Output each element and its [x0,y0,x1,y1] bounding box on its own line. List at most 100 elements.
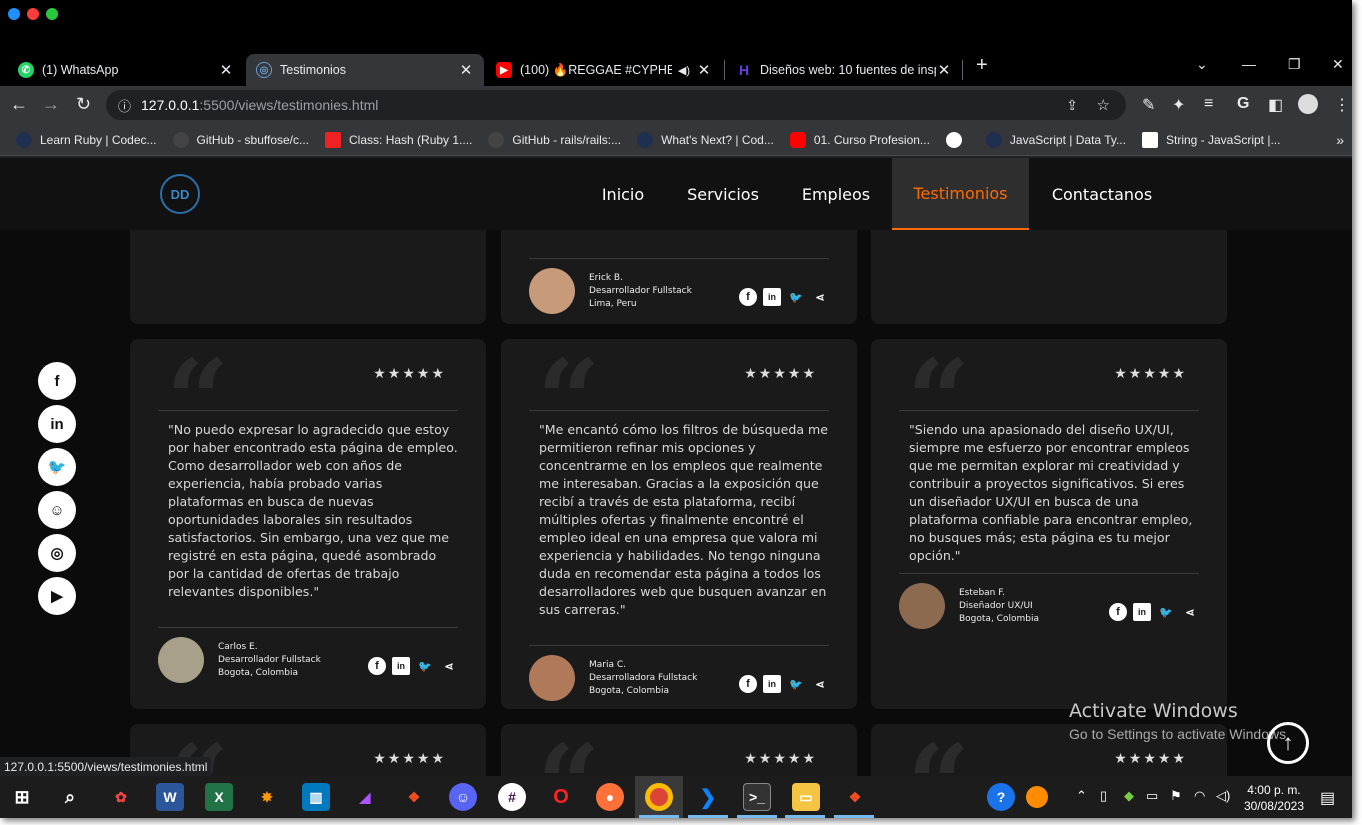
twitter-icon[interactable]: 🐦 [787,288,805,306]
side-panel-icon[interactable]: ◧ [1268,95,1283,115]
facebook-icon[interactable]: f [739,288,757,306]
file-explorer-icon[interactable]: ▭ [792,783,820,811]
tray-device-icon[interactable]: ▯ [1100,788,1107,804]
bookmark-item[interactable]: GitHub - sbuffose/c... [172,131,309,148]
vscode-icon[interactable]: ❯ [694,783,722,811]
facebook-icon[interactable]: f [38,362,76,400]
facebook-icon[interactable]: f [1109,603,1127,621]
bookmark-item[interactable]: 01. Curso Profesion... [789,131,930,148]
linkedin-icon[interactable]: in [392,657,410,675]
app-icon[interactable]: ◢ [351,783,379,811]
opera-icon[interactable]: O [547,783,575,811]
reload-icon[interactable]: ↻ [76,94,91,114]
network-icon[interactable]: ⚑ [1170,788,1182,804]
nav-inicio[interactable]: Inicio [584,158,662,230]
tab-disenos-web[interactable]: H Diseños web: 10 fuentes de inspi ✕ [726,54,962,86]
share-icon[interactable]: ⋖ [811,675,829,693]
bookmark-item[interactable]: Learn Ruby | Codec... [16,131,157,148]
speaker-icon[interactable]: ◀) [678,64,690,77]
figma-icon[interactable]: ❖ [841,783,869,811]
profile-avatar[interactable] [1298,94,1318,114]
site-info-icon[interactable]: ⓘ [118,96,131,115]
twitter-icon[interactable]: 🐦 [38,448,76,486]
twitter-icon[interactable]: 🐦 [416,657,434,675]
notifications-icon[interactable]: ▤ [1320,788,1335,808]
word-icon[interactable]: W [156,783,184,811]
slack-icon[interactable]: # [498,783,526,811]
nav-servicios[interactable]: Servicios [676,158,770,230]
windows-start-icon[interactable]: ⊞ [8,783,36,811]
tray-chevron-icon[interactable]: ⌃ [1076,788,1087,804]
minimize-icon[interactable]: — [1242,56,1256,72]
excel-icon[interactable]: X [205,783,233,811]
trello-icon[interactable]: ▥ [302,783,330,811]
instagram-icon[interactable]: ◎ [38,534,76,572]
chrome-icon[interactable] [645,783,673,811]
facebook-icon[interactable]: f [368,657,386,675]
system-clock[interactable]: 4:00 p. m. 30/08/2023 [1244,782,1304,814]
terminal-icon[interactable]: >_ [743,783,771,811]
close-tab-icon[interactable]: ✕ [936,61,952,79]
bookmark-item[interactable]: What's Next? | Cod... [637,131,774,148]
tab-whatsapp[interactable]: ✆ (1) WhatsApp ✕ [8,54,244,86]
tab-testimonios[interactable]: ◎ Testimonios ✕ [246,54,484,86]
volume-icon[interactable]: ◁) [1216,788,1230,804]
author-name: Carlos E. [218,642,258,652]
nav-testimonios[interactable]: Testimonios [892,158,1029,230]
grammarly-icon[interactable]: G [1237,95,1249,113]
eyedropper-extension-icon[interactable]: ✎ [1142,95,1155,115]
menu-kebab-icon[interactable]: ⋮ [1334,95,1350,115]
help-icon[interactable]: ? [987,783,1015,811]
twitter-icon[interactable]: 🐦 [1157,603,1175,621]
bookmark-item[interactable]: Class: Hash (Ruby 1.... [325,131,472,148]
share-icon[interactable]: ⋖ [440,657,458,675]
search-icon[interactable]: ⌕ [56,783,84,811]
bookmark-item[interactable]: JavaScript | Data Ty... [985,131,1126,148]
window-dot-red-icon[interactable] [27,8,39,20]
new-tab-icon[interactable]: + [976,54,988,77]
scroll-to-top-button[interactable]: ↑ [1267,722,1309,764]
share-icon[interactable]: ⋖ [811,288,829,306]
site-logo[interactable]: DD [160,174,200,214]
gitlab-icon[interactable]: ✸ [253,783,281,811]
nav-contactanos[interactable]: Contactanos [1040,158,1164,230]
linkedin-icon[interactable]: in [763,675,781,693]
linkedin-icon[interactable]: in [763,288,781,306]
bookmark-item[interactable]: GitHub - rails/rails:... [488,131,621,148]
bookmark-star-icon[interactable]: ☆ [1097,96,1110,114]
youtube-icon[interactable]: ▶ [38,577,76,615]
close-window-icon[interactable]: ✕ [1332,56,1344,73]
linkedin-icon[interactable]: in [38,405,76,443]
close-tab-icon[interactable]: ✕ [218,61,234,79]
more-bookmarks-button[interactable]: » [1336,132,1344,148]
tab-youtube[interactable]: ▶ (100) 🔥REGGAE #CYPHER V ◀) ✕ [486,54,722,86]
back-arrow-icon[interactable]: ← [10,94,28,114]
window-dot-blue-icon[interactable] [8,8,20,20]
app-orange-icon[interactable] [1026,786,1048,808]
window-dot-green-icon[interactable] [46,8,58,20]
close-tab-icon[interactable]: ✕ [458,61,474,79]
discord-icon[interactable]: ☺ [449,783,477,811]
address-bar[interactable]: ⓘ 127.0.0.1:5500/views/testimonies.html … [106,90,1126,120]
facebook-icon[interactable]: f [739,675,757,693]
wifi-icon[interactable]: ◠ [1194,788,1205,804]
tab-search-chevron-icon[interactable]: ⌄ [1196,56,1208,73]
paint-icon[interactable]: ✿ [107,783,135,811]
nvidia-icon[interactable]: ◆ [1124,788,1134,804]
firefox-icon[interactable]: ● [596,783,624,811]
share-icon[interactable]: ⇪ [1066,97,1078,114]
discord-icon[interactable]: ☺ [38,491,76,529]
restore-icon[interactable]: ❐ [1288,56,1301,73]
figma-icon[interactable]: ❖ [400,783,428,811]
bookmark-item[interactable] [945,131,970,148]
bookmark-item[interactable]: String - JavaScript |... [1141,131,1280,148]
linkedin-icon[interactable]: in [1133,603,1151,621]
share-icon[interactable]: ⋖ [1181,603,1199,621]
extensions-puzzle-icon[interactable]: ✦ [1172,95,1185,115]
battery-icon[interactable]: ▭ [1146,788,1158,804]
twitter-icon[interactable]: 🐦 [787,675,805,693]
close-tab-icon[interactable]: ✕ [696,61,712,79]
nav-empleos[interactable]: Empleos [790,158,882,230]
media-playlist-icon[interactable]: ≡ [1204,95,1213,113]
forward-arrow-icon[interactable]: → [42,94,60,114]
